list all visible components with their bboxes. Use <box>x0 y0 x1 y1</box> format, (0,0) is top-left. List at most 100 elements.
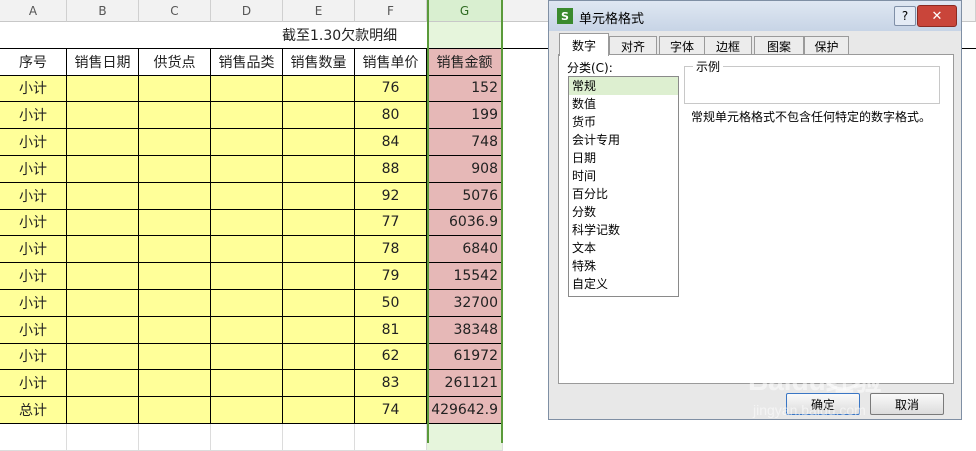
table-cell[interactable] <box>283 290 355 317</box>
price-cell[interactable]: 79 <box>355 263 427 290</box>
table-cell[interactable] <box>67 129 139 156</box>
price-cell[interactable]: 80 <box>355 102 427 130</box>
category-item[interactable]: 常规 <box>569 77 678 95</box>
empty-cell[interactable] <box>211 424 283 451</box>
table-cell[interactable] <box>67 75 139 103</box>
table-cell[interactable] <box>139 290 211 317</box>
header-cell[interactable]: 销售金额 <box>427 48 503 76</box>
header-cell[interactable]: 序号 <box>0 48 67 76</box>
header-cell[interactable]: 销售日期 <box>67 48 139 76</box>
seq-cell[interactable]: 小计 <box>0 75 67 103</box>
price-cell[interactable]: 84 <box>355 129 427 156</box>
help-button[interactable]: ? <box>894 6 916 26</box>
seq-cell[interactable]: 小计 <box>0 129 67 156</box>
category-item[interactable]: 时间 <box>569 167 678 185</box>
table-cell[interactable] <box>211 236 283 264</box>
seq-cell[interactable]: 小计 <box>0 209 67 237</box>
column-header-b[interactable]: B <box>67 0 139 22</box>
table-cell[interactable] <box>283 397 355 424</box>
table-cell[interactable] <box>283 343 355 371</box>
price-cell[interactable]: 78 <box>355 236 427 264</box>
category-item[interactable]: 特殊 <box>569 257 678 275</box>
category-item[interactable]: 日期 <box>569 149 678 167</box>
category-item[interactable]: 科学记数 <box>569 221 678 239</box>
tab-0[interactable]: 数字 <box>559 33 609 56</box>
table-cell[interactable] <box>211 129 283 156</box>
tab-5[interactable]: 保护 <box>804 36 849 55</box>
seq-cell[interactable]: 小计 <box>0 236 67 264</box>
category-item[interactable]: 数值 <box>569 95 678 113</box>
ok-button[interactable]: 确定 <box>786 393 860 415</box>
category-item[interactable]: 自定义 <box>569 275 678 293</box>
table-cell[interactable] <box>211 343 283 371</box>
column-header-f[interactable]: F <box>355 0 427 22</box>
empty-cell[interactable] <box>283 424 355 451</box>
table-cell[interactable] <box>211 263 283 290</box>
table-cell[interactable] <box>283 316 355 344</box>
amount-cell[interactable]: 6036.9 <box>427 209 503 237</box>
amount-cell[interactable]: 908 <box>427 156 503 183</box>
table-cell[interactable] <box>211 370 283 398</box>
seq-cell[interactable]: 小计 <box>0 316 67 344</box>
tab-4[interactable]: 图案 <box>754 36 804 55</box>
seq-cell[interactable]: 小计 <box>0 102 67 130</box>
table-cell[interactable] <box>139 129 211 156</box>
table-cell[interactable] <box>67 156 139 183</box>
column-header-e[interactable]: E <box>283 0 355 22</box>
close-button[interactable]: ✕ <box>917 5 957 27</box>
table-cell[interactable] <box>67 397 139 424</box>
empty-cell[interactable] <box>0 424 67 451</box>
seq-cell[interactable]: 小计 <box>0 263 67 290</box>
empty-cell[interactable] <box>355 424 427 451</box>
amount-cell[interactable]: 61972 <box>427 343 503 371</box>
header-cell[interactable]: 销售数量 <box>283 48 355 76</box>
seq-cell[interactable]: 小计 <box>0 182 67 210</box>
amount-cell[interactable]: 15542 <box>427 263 503 290</box>
table-cell[interactable] <box>139 209 211 237</box>
price-cell[interactable]: 50 <box>355 290 427 317</box>
column-header-g[interactable]: G <box>427 0 503 22</box>
table-cell[interactable] <box>67 236 139 264</box>
column-header-d[interactable]: D <box>211 0 283 22</box>
category-item[interactable]: 分数 <box>569 203 678 221</box>
amount-cell[interactable]: 38348 <box>427 316 503 344</box>
category-listbox[interactable]: 常规 数值 货币 会计专用 日期 时间 百分比 分数 科学记数 文本 特殊 自定义 <box>568 76 679 297</box>
header-cell[interactable]: 供货点 <box>139 48 211 76</box>
table-cell[interactable] <box>139 156 211 183</box>
price-cell[interactable]: 77 <box>355 209 427 237</box>
tab-2[interactable]: 字体 <box>659 36 705 55</box>
table-cell[interactable] <box>283 209 355 237</box>
price-cell[interactable]: 76 <box>355 75 427 103</box>
table-cell[interactable] <box>211 397 283 424</box>
table-cell[interactable] <box>139 263 211 290</box>
amount-cell[interactable]: 5076 <box>427 182 503 210</box>
table-cell[interactable] <box>283 263 355 290</box>
amount-cell[interactable]: 199 <box>427 102 503 130</box>
header-cell[interactable]: 销售单价 <box>355 48 427 76</box>
empty-cell[interactable] <box>139 424 211 451</box>
seq-cell[interactable]: 小计 <box>0 343 67 371</box>
seq-cell[interactable]: 小计 <box>0 370 67 398</box>
price-cell[interactable]: 74 <box>355 397 427 424</box>
amount-cell[interactable]: 748 <box>427 129 503 156</box>
table-cell[interactable] <box>139 397 211 424</box>
table-cell[interactable] <box>211 182 283 210</box>
table-cell[interactable] <box>211 102 283 130</box>
table-cell[interactable] <box>67 343 139 371</box>
table-cell[interactable] <box>67 370 139 398</box>
table-cell[interactable] <box>139 182 211 210</box>
empty-cell[interactable] <box>427 424 503 451</box>
table-cell[interactable] <box>67 102 139 130</box>
table-cell[interactable] <box>283 236 355 264</box>
table-cell[interactable] <box>211 316 283 344</box>
empty-cell[interactable] <box>67 424 139 451</box>
cancel-button[interactable]: 取消 <box>870 393 944 415</box>
header-cell[interactable]: 销售品类 <box>211 48 283 76</box>
price-cell[interactable]: 81 <box>355 316 427 344</box>
category-item[interactable]: 货币 <box>569 113 678 131</box>
price-cell[interactable]: 83 <box>355 370 427 398</box>
amount-cell[interactable]: 429642.9 <box>427 397 503 424</box>
table-cell[interactable] <box>211 209 283 237</box>
category-item[interactable]: 百分比 <box>569 185 678 203</box>
table-cell[interactable] <box>211 156 283 183</box>
